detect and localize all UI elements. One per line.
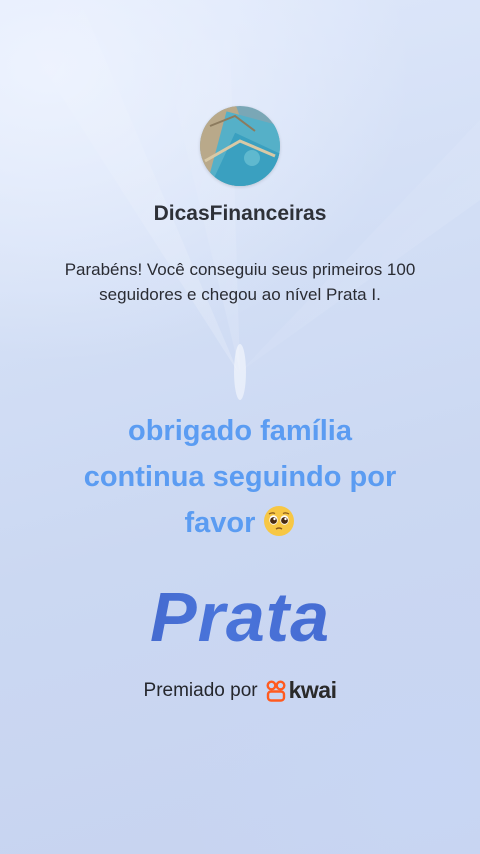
profile-username: DicasFinanceiras	[153, 202, 327, 225]
thanks-line-1: obrigado família	[128, 415, 352, 447]
thanks-caption: obrigado família continua seguindo por f…	[40, 408, 440, 546]
congratulation-message: Parabéns! Você conseguiu seus primeiros …	[64, 260, 416, 304]
money-bills-avatar-icon	[200, 106, 280, 186]
award-text: Premiado por	[143, 679, 258, 701]
kwai-logo: kwai	[266, 677, 337, 704]
pleading-face-emoji-icon	[264, 506, 295, 536]
thanks-line-3-text: favor	[184, 507, 256, 539]
kwai-brand-text: kwai	[288, 677, 337, 703]
tier-level-label: Prata	[0, 572, 480, 662]
award-credit: Premiado por kwai	[0, 677, 480, 704]
thanks-line-3: favor	[40, 500, 440, 546]
thanks-line-2: continua seguindo por	[83, 461, 397, 493]
profile-avatar[interactable]	[200, 106, 280, 186]
kwai-logo-icon	[266, 680, 286, 702]
